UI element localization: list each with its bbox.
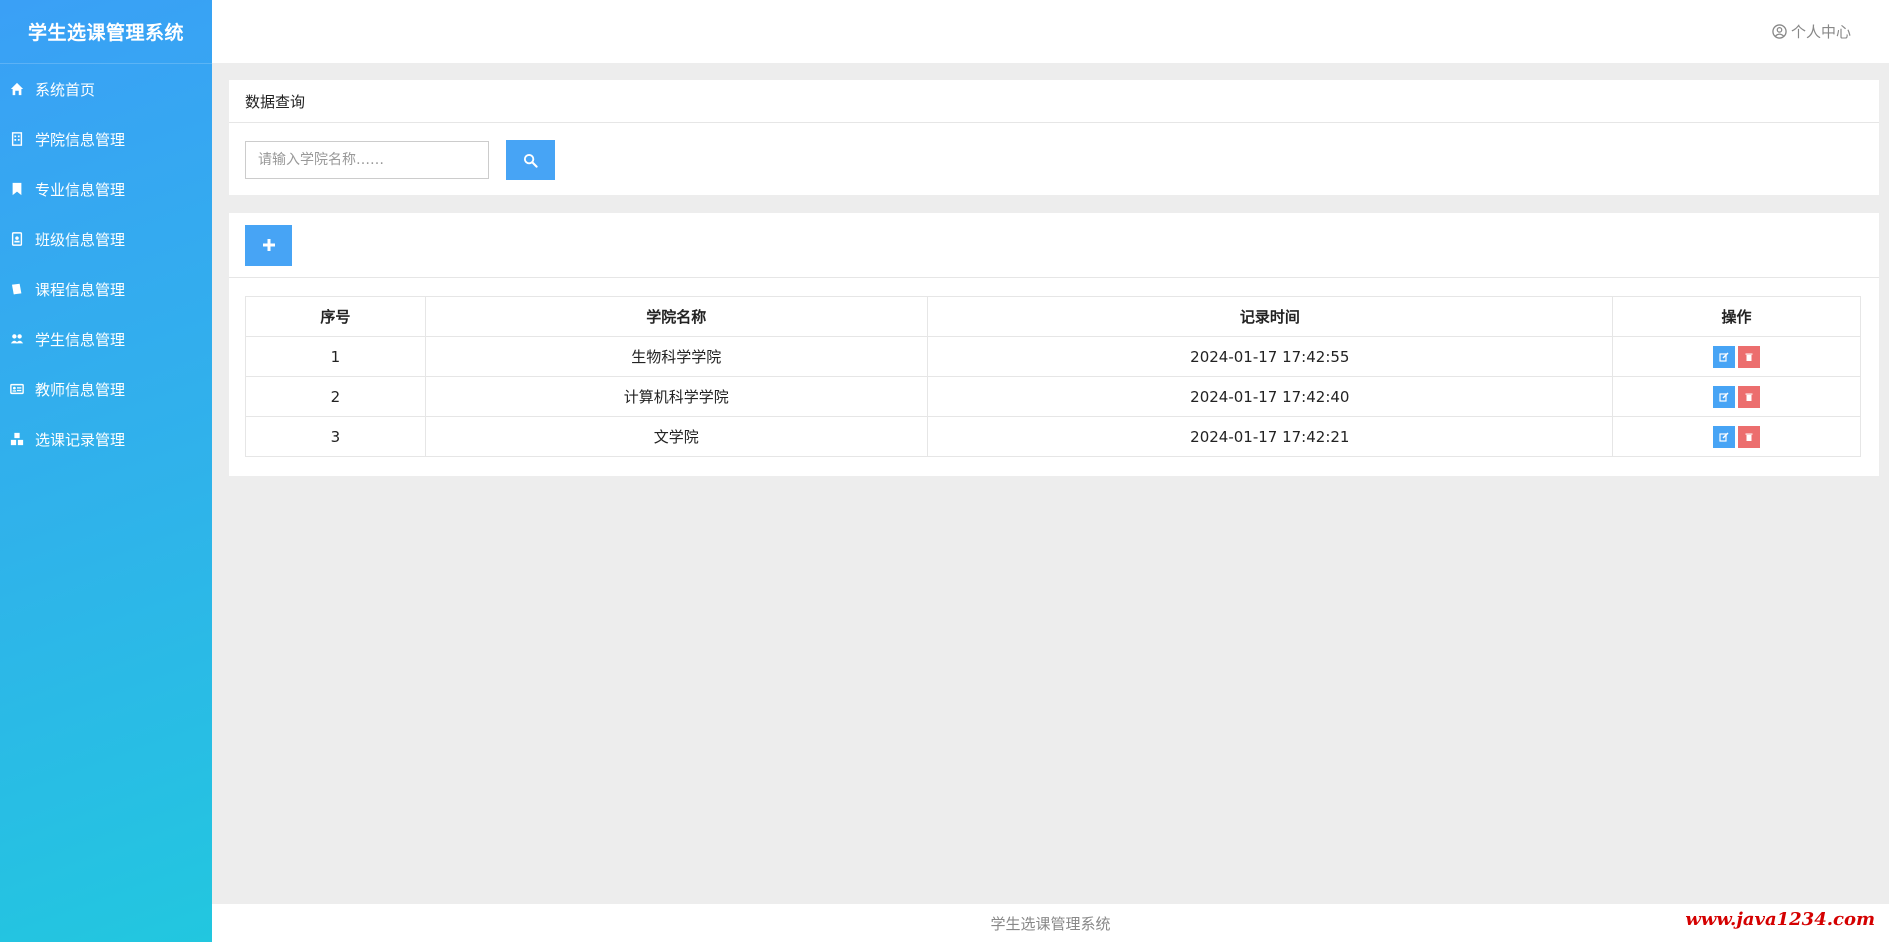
- cell-name: 计算机科学学院: [424, 376, 928, 417]
- table-row: 3 文学院 2024-01-17 17:42:21: [245, 416, 1861, 457]
- delete-button[interactable]: [1738, 345, 1761, 368]
- top-header: 个人中心: [212, 0, 1889, 63]
- plus-icon: [262, 239, 275, 251]
- query-panel: 数据查询: [229, 80, 1879, 195]
- profile-label: 个人中心: [1790, 23, 1851, 41]
- footer-text: 学生选课管理系统: [990, 914, 1111, 933]
- sidebar-item-label: 选课记录管理: [35, 430, 126, 449]
- search-row: [229, 123, 1879, 197]
- column-header-index: 序号: [245, 296, 426, 337]
- table-row: 1 生物科学学院 2024-01-17 17:42:55: [245, 336, 1861, 377]
- id-card-icon: [9, 381, 25, 397]
- search-button[interactable]: [506, 140, 555, 180]
- sidebar-item-label: 专业信息管理: [35, 180, 126, 199]
- profile-link[interactable]: 个人中心: [1772, 21, 1851, 42]
- cubes-icon: [9, 431, 25, 447]
- search-icon: [523, 153, 538, 168]
- table-row: 2 计算机科学学院 2024-01-17 17:42:40: [245, 376, 1861, 417]
- cell-actions: [1612, 376, 1861, 417]
- sidebar-item-college[interactable]: 学院信息管理: [0, 114, 212, 164]
- sidebar-item-class[interactable]: 班级信息管理: [0, 214, 212, 264]
- cell-name: 文学院: [424, 416, 928, 457]
- edit-icon: [1719, 432, 1729, 442]
- sidebar-item-course[interactable]: 课程信息管理: [0, 264, 212, 314]
- column-header-time: 记录时间: [926, 296, 1614, 337]
- cell-time: 2024-01-17 17:42:55: [926, 336, 1614, 377]
- toolbar: [229, 213, 1879, 278]
- sidebar-item-home[interactable]: 系统首页: [0, 64, 212, 114]
- cell-actions: [1612, 416, 1861, 457]
- footer: 学生选课管理系统: [212, 904, 1889, 942]
- query-title: 数据查询: [229, 80, 1879, 123]
- id-badge-icon: [9, 231, 25, 247]
- sidebar-item-student[interactable]: 学生信息管理: [0, 314, 212, 364]
- book-icon: [9, 281, 25, 297]
- sidebar-item-major[interactable]: 专业信息管理: [0, 164, 212, 214]
- sidebar-item-label: 系统首页: [35, 80, 96, 99]
- user-circle-icon: [1772, 24, 1787, 39]
- sidebar-item-selection[interactable]: 选课记录管理: [0, 414, 212, 464]
- trash-icon: [1745, 393, 1753, 401]
- bookmark-icon: [9, 181, 25, 197]
- search-input[interactable]: [245, 141, 489, 179]
- column-header-actions: 操作: [1612, 296, 1861, 337]
- edit-button[interactable]: [1713, 345, 1736, 368]
- college-table: 序号 学院名称 记录时间 操作 1 生物科学学院 2024-01-17 17:4…: [245, 296, 1861, 457]
- delete-button[interactable]: [1738, 425, 1761, 448]
- cell-time: 2024-01-17 17:42:21: [926, 416, 1614, 457]
- edit-button[interactable]: [1713, 425, 1736, 448]
- sidebar-item-teacher[interactable]: 教师信息管理: [0, 364, 212, 414]
- watermark: www.java1234.com: [1685, 909, 1875, 930]
- cell-actions: [1612, 336, 1861, 377]
- column-header-name: 学院名称: [424, 296, 928, 337]
- sidebar: 学生选课管理系统 系统首页 学院信息管理 专业信息管理 班级信息管理 课程信息管…: [0, 0, 212, 942]
- cell-index: 1: [245, 336, 426, 377]
- edit-button[interactable]: [1713, 385, 1736, 408]
- table-header-row: 序号 学院名称 记录时间 操作: [245, 296, 1861, 337]
- add-button[interactable]: [245, 224, 292, 266]
- cell-index: 3: [245, 416, 426, 457]
- cell-time: 2024-01-17 17:42:40: [926, 376, 1614, 417]
- delete-button[interactable]: [1738, 385, 1761, 408]
- sidebar-item-label: 学院信息管理: [35, 130, 126, 149]
- sidebar-nav: 系统首页 学院信息管理 专业信息管理 班级信息管理 课程信息管理 学生信息管理 …: [0, 64, 212, 464]
- cell-name: 生物科学学院: [424, 336, 928, 377]
- sidebar-item-label: 课程信息管理: [35, 280, 126, 299]
- trash-icon: [1745, 433, 1753, 441]
- app-title: 学生选课管理系统: [0, 0, 212, 64]
- sidebar-item-label: 班级信息管理: [35, 230, 126, 249]
- home-icon: [9, 81, 25, 97]
- building-icon: [9, 131, 25, 147]
- sidebar-item-label: 教师信息管理: [35, 380, 126, 399]
- edit-icon: [1719, 352, 1729, 362]
- trash-icon: [1745, 353, 1753, 361]
- users-icon: [9, 331, 25, 347]
- edit-icon: [1719, 392, 1729, 402]
- sidebar-item-label: 学生信息管理: [35, 330, 126, 349]
- cell-index: 2: [245, 376, 426, 417]
- list-panel: 序号 学院名称 记录时间 操作 1 生物科学学院 2024-01-17 17:4…: [229, 213, 1879, 476]
